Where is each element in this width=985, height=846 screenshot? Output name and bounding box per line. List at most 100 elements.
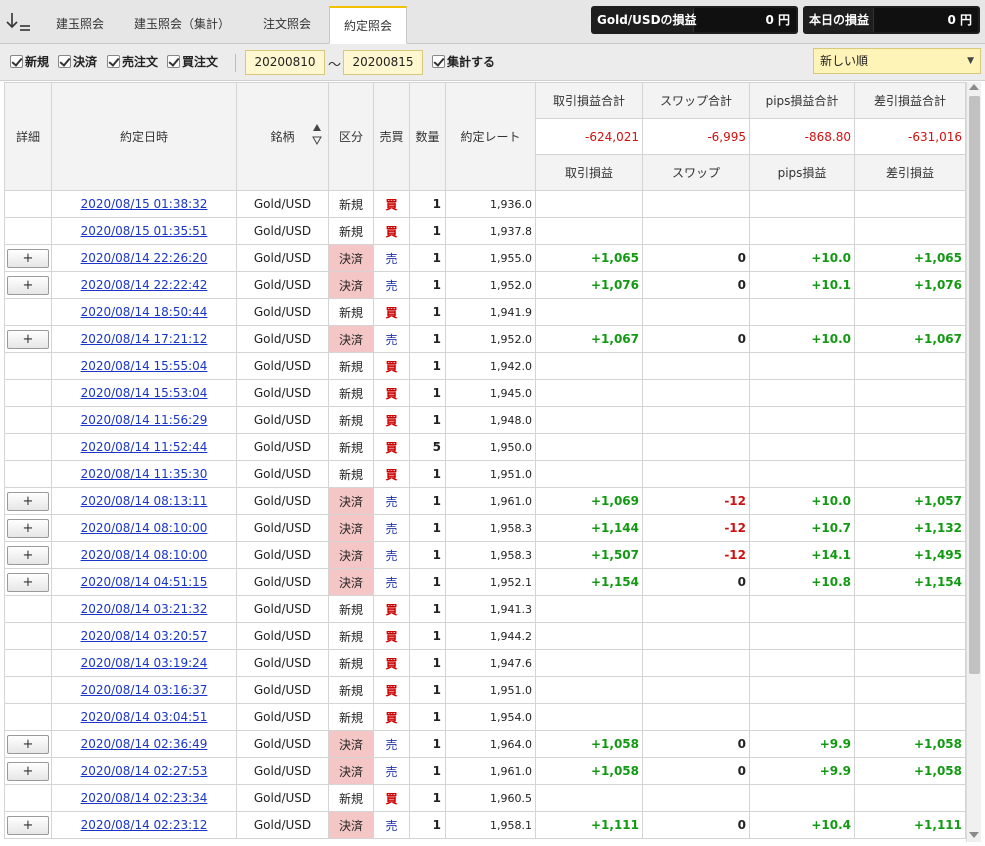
symbol-cell: Gold/USD [236, 622, 329, 650]
trade-pl-cell: +1,058 [535, 730, 643, 758]
side-cell: 売 [373, 271, 410, 299]
execution-datetime-link[interactable]: 2020/08/14 08:10:00 [81, 521, 208, 535]
expand-detail-button[interactable]: + [7, 734, 49, 754]
swap-cell [642, 298, 750, 326]
execution-datetime-link[interactable]: 2020/08/14 03:04:51 [81, 710, 208, 724]
datetime-cell: 2020/08/14 08:10:00 [51, 514, 237, 542]
sort-order-select[interactable]: 新しい順 ▼ [813, 48, 981, 74]
expand-detail-button[interactable]: + [7, 572, 49, 592]
execution-datetime-link[interactable]: 2020/08/14 02:27:53 [81, 764, 208, 778]
expand-detail-button[interactable]: + [7, 275, 49, 295]
filter-sell-checkbox[interactable]: 売注文 [107, 54, 158, 70]
expand-detail-button[interactable]: + [7, 545, 49, 565]
scroll-thumb[interactable] [969, 96, 980, 674]
swap-cell: 0 [642, 325, 750, 353]
pips-cell: +10.0 [749, 487, 855, 515]
datetime-cell: 2020/08/14 22:26:20 [51, 244, 237, 272]
detail-cell: + [4, 244, 52, 272]
qty-cell: 1 [409, 757, 446, 785]
execution-datetime-link[interactable]: 2020/08/14 02:36:49 [81, 737, 208, 751]
detail-cell [4, 433, 52, 461]
execution-datetime-link[interactable]: 2020/08/14 02:23:34 [81, 791, 208, 805]
header-symbol[interactable]: 銘柄 [236, 82, 329, 191]
pips-cell: +10.4 [749, 811, 855, 839]
execution-datetime-link[interactable]: 2020/08/14 03:20:57 [81, 629, 208, 643]
filter-new-checkbox[interactable]: 新規 [10, 54, 49, 70]
execution-datetime-link[interactable]: 2020/08/14 22:22:42 [81, 278, 208, 292]
execution-datetime-link[interactable]: 2020/08/14 03:19:24 [81, 656, 208, 670]
execution-datetime-link[interactable]: 2020/08/15 01:35:51 [81, 224, 208, 238]
kubun-cell: 新規 [328, 298, 374, 326]
table-row: +2020/08/14 22:26:20 Gold/USD 決済売 1 1,955.0 +… [4, 244, 966, 272]
table-row: 2020/08/14 15:53:04 Gold/USD 新規買 1 1,945.0 [4, 379, 966, 407]
pips-cell: +10.0 [749, 244, 855, 272]
tab-orders[interactable]: 注文照会 [248, 6, 326, 44]
date-to-input[interactable]: 20200815 [343, 50, 423, 75]
sort-arrows-icon[interactable] [312, 123, 322, 149]
execution-datetime-link[interactable]: 2020/08/14 02:23:12 [81, 818, 208, 832]
side-cell: 買 [373, 676, 410, 704]
detail-cell [4, 622, 52, 650]
symbol-cell: Gold/USD [236, 190, 329, 218]
symbol-cell: Gold/USD [236, 325, 329, 353]
tab-positions[interactable]: 建玉照会 [44, 6, 116, 44]
swap-cell [642, 622, 750, 650]
filter-settle-checkbox[interactable]: 決済 [58, 54, 97, 70]
kubun-cell: 決済 [328, 514, 374, 542]
kubun-cell: 新規 [328, 379, 374, 407]
execution-datetime-link[interactable]: 2020/08/14 03:16:37 [81, 683, 208, 697]
kubun-cell: 新規 [328, 703, 374, 731]
expand-detail-button[interactable]: + [7, 248, 49, 268]
sort-toggle-icon[interactable] [4, 9, 34, 35]
swap-cell: 0 [642, 568, 750, 596]
net-cell: +1,065 [854, 244, 966, 272]
execution-datetime-link[interactable]: 2020/08/14 03:21:32 [81, 602, 208, 616]
execution-datetime-link[interactable]: 2020/08/14 17:21:12 [81, 332, 208, 346]
symbol-cell: Gold/USD [236, 514, 329, 542]
execution-datetime-link[interactable]: 2020/08/14 22:26:20 [81, 251, 208, 265]
detail-cell [4, 676, 52, 704]
header-rate: 約定レート [445, 82, 536, 191]
symbol-cell: Gold/USD [236, 217, 329, 245]
trade-pl-cell [535, 298, 643, 326]
aggregate-checkbox[interactable]: 集計する [432, 54, 495, 70]
table-row: 2020/08/14 03:16:37 Gold/USD 新規買 1 1,951.0 [4, 676, 966, 704]
scroll-down-icon[interactable] [969, 832, 979, 838]
tab-executions[interactable]: 約定照会 [329, 6, 407, 44]
execution-datetime-link[interactable]: 2020/08/14 04:51:15 [81, 575, 208, 589]
execution-datetime-link[interactable]: 2020/08/14 18:50:44 [81, 305, 208, 319]
expand-detail-button[interactable]: + [7, 815, 49, 835]
filter-buy-checkbox[interactable]: 買注文 [167, 54, 218, 70]
execution-datetime-link[interactable]: 2020/08/14 11:52:44 [81, 440, 208, 454]
filter-settle-label: 決済 [73, 55, 98, 69]
execution-datetime-link[interactable]: 2020/08/14 08:10:00 [81, 548, 208, 562]
total-swap: -6,995 [642, 118, 750, 155]
expand-detail-button[interactable]: + [7, 329, 49, 349]
execution-datetime-link[interactable]: 2020/08/14 11:35:30 [81, 467, 208, 481]
rate-cell: 1,937.8 [445, 217, 536, 245]
scroll-up-icon[interactable] [969, 84, 979, 90]
side-cell: 売 [373, 487, 410, 515]
date-from-input[interactable]: 20200810 [245, 50, 325, 75]
expand-detail-button[interactable]: + [7, 518, 49, 538]
tab-positions-summary[interactable]: 建玉照会（集計） [124, 6, 240, 44]
execution-datetime-link[interactable]: 2020/08/14 08:13:11 [81, 494, 208, 508]
qty-cell: 1 [409, 244, 446, 272]
trade-pl-cell [535, 703, 643, 731]
execution-datetime-link[interactable]: 2020/08/14 15:53:04 [81, 386, 208, 400]
expand-detail-button[interactable]: + [7, 491, 49, 511]
swap-cell: 0 [642, 811, 750, 839]
net-cell [854, 379, 966, 407]
side-cell: 買 [373, 352, 410, 380]
trade-pl-cell: +1,076 [535, 271, 643, 299]
execution-datetime-link[interactable]: 2020/08/14 15:55:04 [81, 359, 208, 373]
expand-detail-button[interactable]: + [7, 761, 49, 781]
net-cell: +1,058 [854, 730, 966, 758]
execution-datetime-link[interactable]: 2020/08/14 11:56:29 [81, 413, 208, 427]
vertical-scrollbar[interactable] [966, 82, 981, 842]
kubun-cell: 新規 [328, 406, 374, 434]
kubun-cell: 新規 [328, 460, 374, 488]
execution-datetime-link[interactable]: 2020/08/15 01:38:32 [81, 197, 208, 211]
swap-cell: -12 [642, 487, 750, 515]
detail-cell: + [4, 757, 52, 785]
